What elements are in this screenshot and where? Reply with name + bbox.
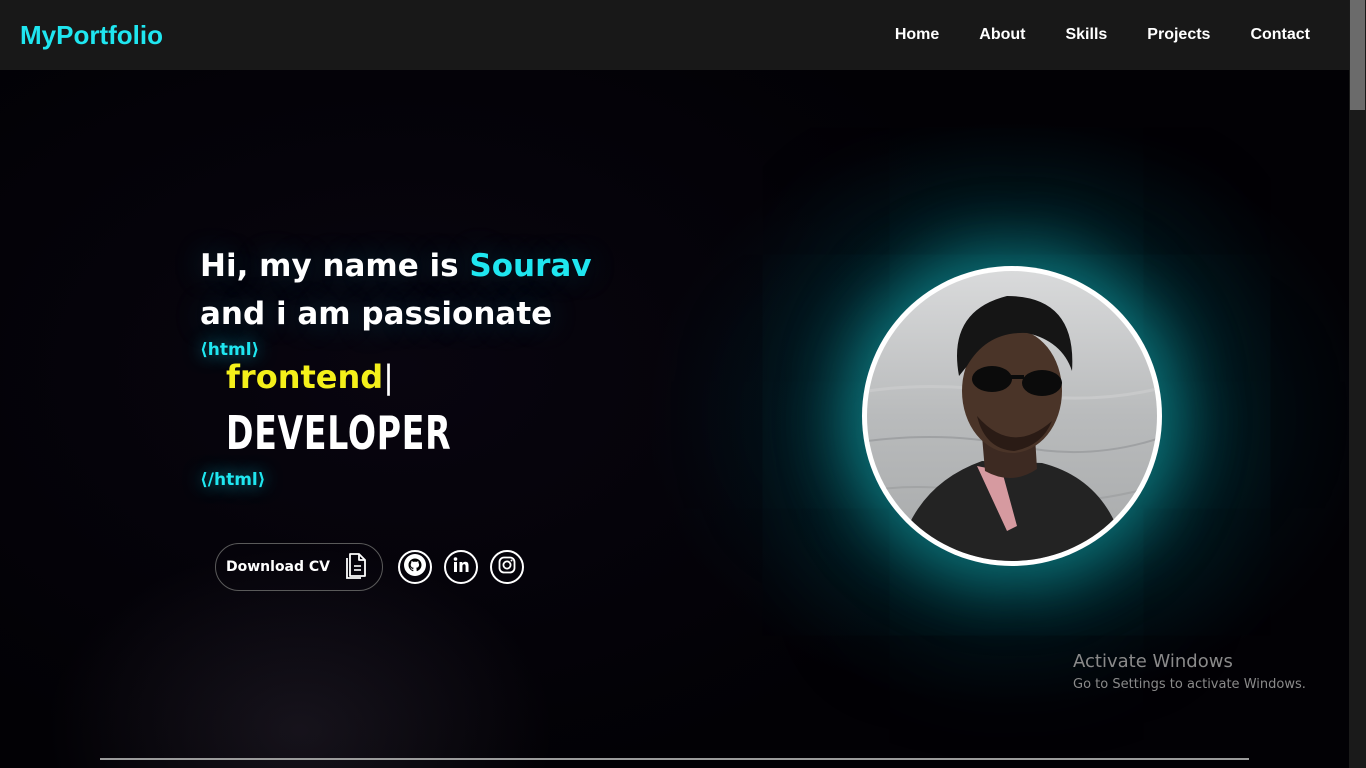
github-icon bbox=[403, 553, 427, 581]
scrollbar-thumb[interactable] bbox=[1350, 0, 1365, 110]
greeting-line2: and i am passionate bbox=[200, 296, 553, 332]
html-open-tag: ⟨html⟩ bbox=[200, 340, 260, 360]
hero-greeting: Hi, my name is Sourav and i am passionat… bbox=[200, 242, 592, 338]
github-link[interactable] bbox=[398, 550, 432, 584]
role-text: frontend bbox=[226, 358, 384, 396]
hero-role: frontend| bbox=[226, 358, 394, 396]
page-scrollbar[interactable] bbox=[1349, 0, 1366, 768]
nav-link-about[interactable]: About bbox=[979, 26, 1025, 44]
linkedin-link[interactable] bbox=[444, 550, 478, 584]
html-close-tag: ⟨/html⟩ bbox=[200, 470, 266, 490]
section-divider bbox=[100, 758, 1249, 760]
hero-name: Sourav bbox=[469, 248, 592, 284]
document-icon bbox=[344, 551, 370, 583]
windows-activation-title: Activate Windows bbox=[1073, 651, 1233, 672]
nav-link-home[interactable]: Home bbox=[895, 26, 939, 44]
hero-title: DEVELOPER bbox=[226, 406, 452, 460]
profile-photo bbox=[867, 271, 1157, 561]
brand-logo[interactable]: MyPortfolio bbox=[20, 20, 163, 51]
download-cv-label: Download CV bbox=[226, 559, 331, 575]
page: MyPortfolio Home About Skills Projects C… bbox=[0, 0, 1366, 768]
profile-photo-frame bbox=[862, 266, 1162, 566]
nav-link-projects[interactable]: Projects bbox=[1147, 26, 1210, 44]
typing-cursor: | bbox=[383, 358, 394, 396]
greeting-prefix: Hi, my name is bbox=[200, 248, 470, 284]
nav-link-contact[interactable]: Contact bbox=[1250, 26, 1310, 44]
linkedin-icon bbox=[451, 555, 471, 579]
instagram-link[interactable] bbox=[490, 550, 524, 584]
instagram-icon bbox=[497, 555, 517, 579]
windows-activation-subtitle: Go to Settings to activate Windows. bbox=[1073, 677, 1306, 692]
nav-link-skills[interactable]: Skills bbox=[1065, 26, 1107, 44]
hero-section: Hi, my name is Sourav and i am passionat… bbox=[0, 70, 1349, 768]
download-cv-button[interactable]: Download CV bbox=[215, 543, 383, 591]
nav-links: Home About Skills Projects Contact bbox=[895, 26, 1310, 44]
navbar: MyPortfolio Home About Skills Projects C… bbox=[0, 0, 1349, 70]
